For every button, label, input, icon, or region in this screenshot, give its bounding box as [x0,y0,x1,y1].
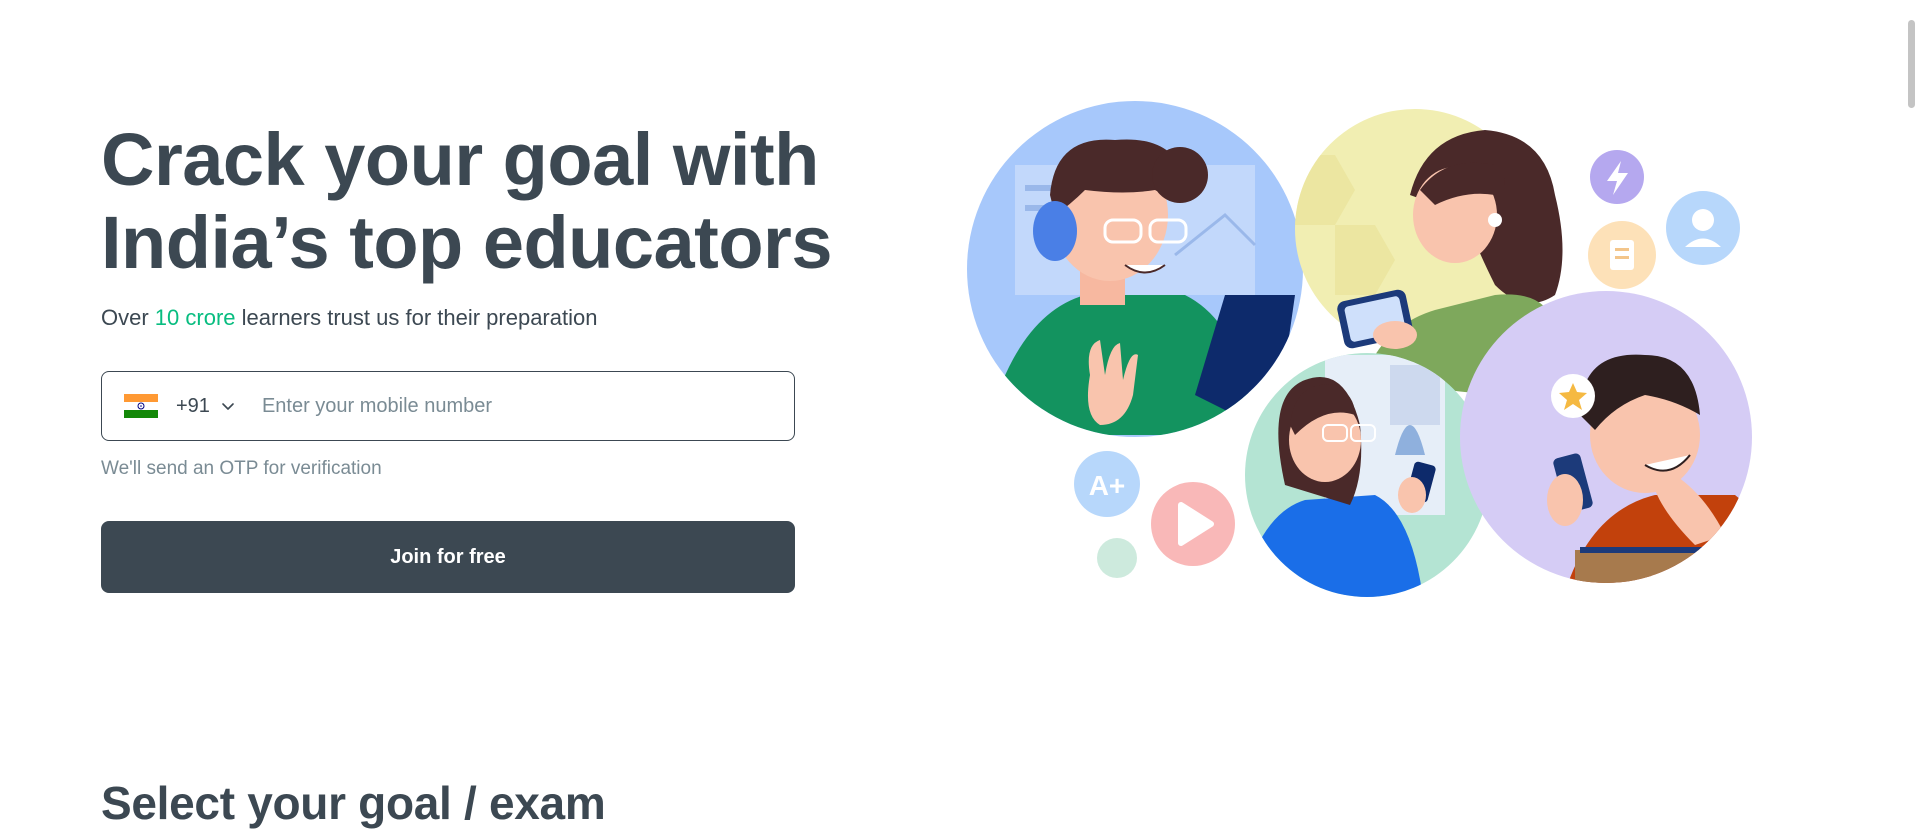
hero-title: Crack your goal with India’s top educato… [101,118,861,284]
learner-count-highlight: 10 crore [154,305,236,330]
section-title: Select your goal / exam [101,777,606,829]
hero-subtitle: Over 10 crore learners trust us for thei… [101,303,597,333]
hero-title-line1: Crack your goal with [101,118,819,201]
lightning-bubble-icon [1590,150,1644,204]
scrollbar-thumb[interactable] [1908,20,1915,108]
phone-number-field: +91 [101,371,795,441]
subtitle-pre: Over [101,305,155,330]
svg-text:A+: A+ [1089,470,1126,501]
subtitle-post: learners trust us for their preparation [235,305,598,330]
star-bubble-icon [1551,374,1595,418]
page-scrollbar[interactable] [1902,0,1920,834]
document-bubble-icon [1588,221,1656,289]
mobile-number-input[interactable] [259,385,744,427]
country-code: +91 [176,394,210,417]
girl-phone-illustration [1245,353,1489,597]
a-plus-bubble-icon: A+ [1074,451,1140,517]
learners-illustration: A+ [967,101,1752,597]
play-bubble-icon [1151,482,1235,566]
otp-note: We'll send an OTP for verification [101,458,382,479]
profile-bubble-icon [1666,191,1740,265]
boy-phone-illustration [1460,291,1752,583]
chevron-down-icon [222,403,234,410]
india-flag-icon [124,394,158,418]
boy-headphones-illustration [967,101,1303,437]
dot-bubble [1097,538,1137,578]
hero-title-line2: India’s top educators [101,201,832,284]
join-for-free-button[interactable]: Join for free [101,521,795,593]
country-code-selector[interactable]: +91 [102,372,236,440]
